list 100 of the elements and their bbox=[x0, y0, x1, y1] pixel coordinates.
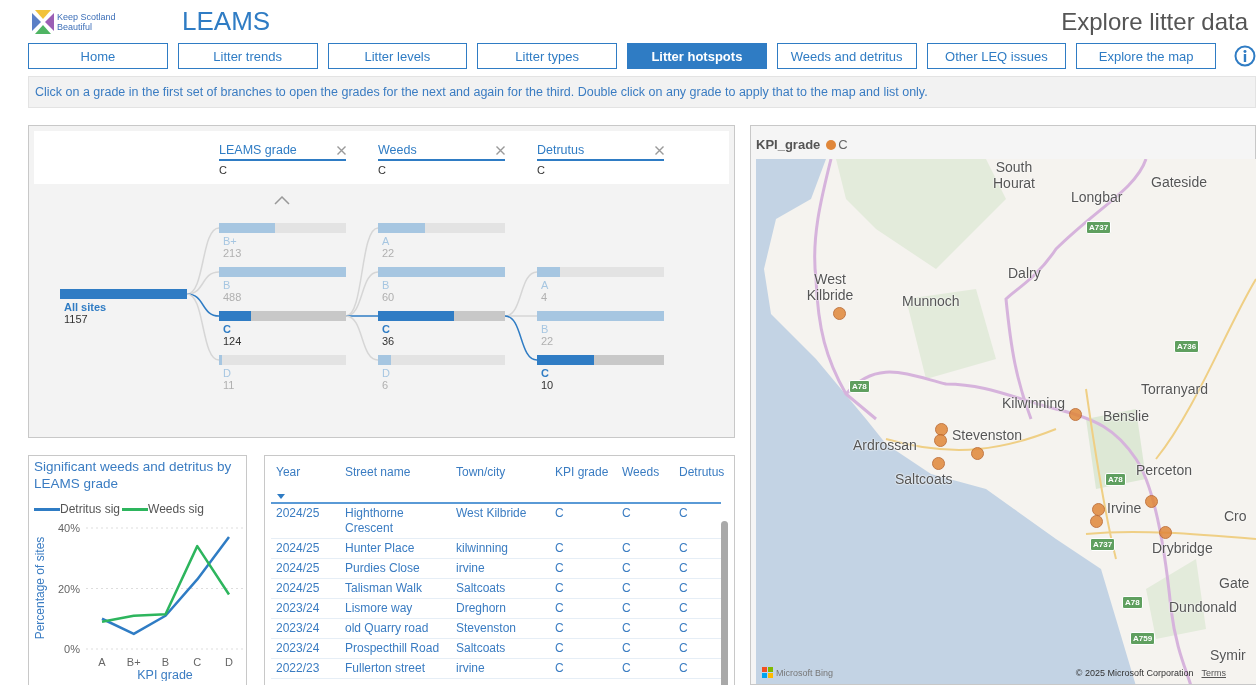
terms-link[interactable]: Terms bbox=[1201, 668, 1226, 678]
table-cell: C bbox=[679, 641, 688, 655]
nav-tab[interactable]: Litter hotspots bbox=[627, 43, 767, 69]
table-cell: C bbox=[622, 661, 631, 675]
filter-value: C bbox=[378, 164, 387, 176]
tree-bar[interactable] bbox=[219, 311, 346, 321]
node-label: A bbox=[541, 279, 549, 291]
nav-tab[interactable]: Home bbox=[28, 43, 168, 69]
table-cell: Purdies Close bbox=[345, 561, 420, 575]
place-label: West Kilbride bbox=[805, 270, 855, 303]
nav-tab[interactable]: Litter types bbox=[477, 43, 617, 69]
table-cell: C bbox=[555, 561, 564, 575]
table-cell: 2024/25 bbox=[276, 541, 320, 555]
table-cell: C bbox=[622, 561, 631, 575]
y-tick-label: 0% bbox=[64, 643, 80, 655]
table-cell: Talisman Walk bbox=[345, 581, 422, 595]
provider-name: Microsoft Bing bbox=[776, 667, 834, 678]
node-label: B+ bbox=[223, 235, 237, 247]
node-count: 11 bbox=[223, 379, 235, 391]
place-label: Gate bbox=[1219, 574, 1250, 591]
column-header[interactable]: KPI grade bbox=[550, 462, 617, 503]
place-label: Symir bbox=[1210, 646, 1246, 663]
info-icon[interactable] bbox=[1234, 45, 1256, 67]
scrollbar-thumb[interactable] bbox=[721, 521, 728, 685]
node-label: C bbox=[541, 367, 549, 379]
x-tick-label: C bbox=[193, 656, 202, 668]
place-label: South Hourat bbox=[992, 158, 1036, 191]
logo-icon bbox=[32, 9, 54, 34]
legend-line-icon bbox=[34, 507, 60, 511]
table-cell: Fullerton street bbox=[345, 661, 426, 675]
node-count: 22 bbox=[541, 335, 554, 347]
place-label: Kilwinning bbox=[1002, 394, 1066, 411]
chevron-up-icon[interactable] bbox=[274, 196, 290, 205]
node-label: B bbox=[382, 279, 390, 291]
nav-tab[interactable]: Weeds and detritus bbox=[776, 43, 917, 69]
place-label: Ardrossan bbox=[853, 436, 917, 453]
place-label: Irvine bbox=[1107, 499, 1142, 516]
legend-line-icon bbox=[122, 507, 149, 511]
nav-tab[interactable]: Explore the map bbox=[1076, 43, 1216, 69]
table-cell: Saltcoats bbox=[456, 581, 506, 595]
table-cell: 2023/24 bbox=[276, 641, 320, 655]
chart-title: Significant weeds and detritus by LEAMS grade bbox=[34, 458, 233, 492]
node-count: 213 bbox=[223, 247, 242, 259]
table-cell: C bbox=[555, 641, 564, 655]
nav-tab[interactable]: Litter trends bbox=[177, 43, 318, 69]
place-label: Perceton bbox=[1136, 461, 1193, 478]
table-cell: irvine bbox=[456, 561, 485, 575]
column-header[interactable]: Street name bbox=[340, 462, 451, 503]
x-tick-label: D bbox=[225, 656, 233, 668]
node-count: 1157 bbox=[64, 313, 88, 325]
instruction-bar: Click on a grade in the first set of branches to open the grades for the next and again for the third. Double click on any grade to apply that to the map and list only. bbox=[28, 76, 1256, 108]
table-cell: C bbox=[679, 601, 688, 615]
attribution-text: © 2025 Microsoft Corporation bbox=[1075, 668, 1194, 678]
table-cell: 2024/25 bbox=[276, 581, 320, 595]
filter-label: LEAMS grade bbox=[219, 143, 297, 157]
place-label: Drybridge bbox=[1152, 539, 1213, 556]
node-count: 10 bbox=[541, 379, 554, 391]
close-icon[interactable] bbox=[496, 145, 505, 155]
column-header[interactable]: Weeds bbox=[617, 462, 674, 503]
provider-logo-icon bbox=[762, 667, 773, 678]
legend-label: Weeds sig bbox=[148, 502, 204, 516]
place-label: Gateside bbox=[1151, 173, 1208, 190]
table-cell: C bbox=[622, 581, 631, 595]
table-cell: C bbox=[555, 621, 564, 635]
table-cell: irvine bbox=[456, 661, 485, 675]
column-header[interactable]: Year bbox=[271, 462, 340, 503]
node-label: B bbox=[223, 279, 231, 291]
place-label: Benslie bbox=[1103, 407, 1149, 424]
table-cell: C bbox=[622, 541, 631, 555]
table-cell: Dreghorn bbox=[456, 601, 507, 615]
table-cell: 2023/24 bbox=[276, 601, 320, 615]
sort-arrow-icon[interactable] bbox=[277, 494, 285, 499]
node-label: B bbox=[541, 323, 549, 335]
table-cell: C bbox=[555, 581, 564, 595]
node-label: C bbox=[223, 323, 231, 335]
table-cell: old Quarry road bbox=[345, 621, 429, 635]
table-cell: Hunter Place bbox=[345, 541, 415, 555]
nav-tab[interactable]: Litter levels bbox=[327, 43, 468, 69]
column-header[interactable]: Town/city bbox=[451, 462, 550, 503]
nav-tab[interactable]: Other LEQ issues bbox=[926, 43, 1067, 69]
close-icon[interactable] bbox=[655, 145, 664, 155]
x-axis-title: KPI grade bbox=[137, 668, 193, 681]
table-cell: C bbox=[622, 641, 631, 655]
tree-bar[interactable] bbox=[537, 355, 664, 365]
table-cell: C bbox=[679, 561, 688, 575]
table-cell: 2024/25 bbox=[276, 506, 320, 520]
table-cell: 2022/23 bbox=[276, 661, 320, 675]
table-cell: Lismore way bbox=[345, 601, 413, 615]
y-axis-title: Percentage of sites bbox=[34, 536, 47, 640]
x-tick-label: B+ bbox=[126, 656, 141, 668]
tree-bar[interactable] bbox=[378, 311, 505, 321]
table-cell: West Kilbride bbox=[456, 506, 527, 520]
x-tick-label: A bbox=[98, 656, 106, 668]
legend-label: C bbox=[838, 137, 848, 153]
page-title: Explore litter data bbox=[1061, 7, 1248, 36]
table-cell: 2023/24 bbox=[276, 621, 320, 635]
node-count: 60 bbox=[382, 291, 395, 303]
close-icon[interactable] bbox=[337, 145, 346, 155]
node-label: D bbox=[382, 367, 390, 379]
place-label: Dalry bbox=[1008, 264, 1041, 281]
